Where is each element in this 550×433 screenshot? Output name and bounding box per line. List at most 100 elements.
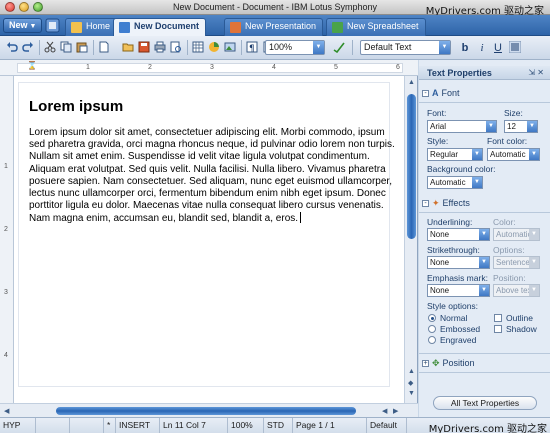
collapse-icon[interactable]: - <box>422 199 429 207</box>
strikethrough-label: Strikethrough: <box>427 245 480 255</box>
align-justify-icon[interactable] <box>509 41 521 53</box>
zoom-select[interactable]: 100% ▼ <box>265 40 325 55</box>
copy-icon[interactable] <box>60 41 72 53</box>
chevron-down-icon: ▼ <box>486 121 496 132</box>
size-select-value: 12 <box>507 122 516 131</box>
next-page-icon[interactable]: ▼ <box>408 390 415 397</box>
panel-header: Text Properties ⇲ ✕ <box>419 66 550 80</box>
underline-button[interactable]: U <box>492 41 504 55</box>
redo-icon[interactable] <box>22 41 34 53</box>
horizontal-ruler[interactable]: ⌛ 1 2 3 4 5 6 <box>0 60 418 76</box>
new-button-label: New <box>9 20 28 30</box>
vertical-scroll-thumb[interactable] <box>407 94 416 239</box>
engraved-radio[interactable] <box>428 336 436 344</box>
font-select[interactable]: Arial ▼ <box>427 120 497 133</box>
chevron-down-icon: ▼ <box>29 23 37 30</box>
document-heading[interactable]: Lorem ipsum <box>29 98 123 115</box>
panel-options-icon[interactable]: ⇲ ✕ <box>528 66 544 80</box>
tab-home[interactable]: Home <box>65 18 118 36</box>
insert-chart-icon[interactable] <box>208 41 220 53</box>
chevron-down-icon: ▼ <box>479 257 489 268</box>
tab-home-label: Home <box>86 21 111 31</box>
expand-icon[interactable]: + <box>422 359 429 367</box>
status-zoom[interactable]: 100% <box>228 418 264 433</box>
font-select-value: Arial <box>430 122 447 131</box>
shadow-checkbox[interactable] <box>494 325 502 333</box>
page-nav-icon[interactable]: ◆ <box>408 379 413 387</box>
options-label: Options: <box>493 245 525 255</box>
ruler-mark: 5 <box>334 64 338 71</box>
embossed-radio[interactable] <box>428 325 436 333</box>
collapse-icon[interactable]: - <box>422 89 429 97</box>
all-text-properties-button[interactable]: All Text Properties <box>433 396 537 410</box>
document-body-text[interactable]: Lorem ipsum dolor sit amet, consectetuer… <box>29 127 403 226</box>
spell-check-icon[interactable] <box>333 41 345 53</box>
horizontal-scrollbar[interactable]: ◀ ◀ ▶ <box>0 403 418 417</box>
chevron-down-icon: ▼ <box>479 229 489 240</box>
underlining-select[interactable]: None ▼ <box>427 228 490 241</box>
emphasis-mark-value: None <box>430 286 450 295</box>
cut-icon[interactable] <box>44 41 56 53</box>
tab-new-document[interactable]: New Document <box>113 18 207 36</box>
open-folder-icon[interactable] <box>122 41 134 53</box>
scroll-left-icon[interactable]: ◀ <box>382 407 387 415</box>
chevron-down-icon: ▼ <box>479 285 489 296</box>
status-page-style: Default <box>367 418 407 433</box>
scroll-right-icon[interactable]: ▶ <box>393 407 398 415</box>
font-section-header[interactable]: - A Font <box>422 86 460 100</box>
underline-color-value: Automatic <box>496 230 532 239</box>
toolbar-separator <box>187 40 188 55</box>
print-icon[interactable] <box>154 41 166 53</box>
paste-icon[interactable] <box>76 41 88 53</box>
print-preview-icon[interactable] <box>170 41 182 53</box>
status-selection-mode[interactable]: STD <box>264 418 293 433</box>
ruler-mark: 3 <box>210 64 214 71</box>
strikethrough-select[interactable]: None ▼ <box>427 256 490 269</box>
chevron-down-icon: ▼ <box>313 41 324 54</box>
emphasis-position-label: Position: <box>493 273 526 283</box>
formatting-marks-icon[interactable]: ¶ <box>246 41 258 53</box>
effects-section-header[interactable]: - ✦ Effects <box>422 196 470 210</box>
bold-button[interactable]: b <box>459 41 471 55</box>
toolbar-separator <box>39 40 40 55</box>
presentation-icon <box>230 22 241 33</box>
ruler-mark: 1 <box>86 64 90 71</box>
vertical-scrollbar[interactable]: ▲ ▲ ◆ ▼ <box>404 76 417 403</box>
emphasis-mark-select[interactable]: None ▼ <box>427 284 490 297</box>
effects-section-label: Effects <box>442 198 470 208</box>
indent-marker-icon[interactable]: ⌛ <box>27 61 37 70</box>
status-blank <box>36 418 70 433</box>
horizontal-scroll-thumb[interactable] <box>56 407 356 415</box>
insert-image-icon[interactable] <box>224 41 236 53</box>
document-paragraph: Lorem ipsum dolor sit amet, consectetuer… <box>29 127 395 225</box>
show-desktop-icon[interactable] <box>45 18 60 33</box>
italic-button[interactable]: i <box>476 41 488 55</box>
new-file-icon[interactable] <box>98 41 110 53</box>
document-tab-bar: New ▼ Home New Document New Presentation … <box>0 15 550 36</box>
tab-new-spreadsheet[interactable]: New Spreadsheet <box>326 18 426 36</box>
normal-radio[interactable] <box>428 314 436 322</box>
tab-new-presentation-label: New Presentation <box>245 21 317 31</box>
vertical-ruler[interactable]: 1 2 3 4 <box>0 76 14 403</box>
background-color-select[interactable]: Automatic ▼ <box>427 176 483 189</box>
position-section-header[interactable]: + ✥ Position <box>422 356 475 370</box>
font-color-select[interactable]: Automatic ▼ <box>487 148 540 161</box>
zoom-select-value: 100% <box>269 42 293 52</box>
chevron-down-icon: ▼ <box>472 149 482 160</box>
style-select[interactable]: Regular ▼ <box>427 148 483 161</box>
outline-checkbox[interactable] <box>494 314 502 322</box>
status-insert-mode[interactable]: INSERT <box>116 418 160 433</box>
normal-radio-label: Normal <box>440 313 468 323</box>
scroll-left-icon[interactable]: ◀ <box>4 407 9 415</box>
size-select[interactable]: 12 ▼ <box>504 120 538 133</box>
background-color-label: Background color: <box>427 164 496 174</box>
previous-page-icon[interactable]: ▲ <box>408 368 415 375</box>
insert-table-icon[interactable] <box>192 41 204 53</box>
undo-icon[interactable] <box>6 41 18 53</box>
tab-new-presentation[interactable]: New Presentation <box>224 18 324 36</box>
status-hyphenation[interactable]: HYP <box>0 418 36 433</box>
new-button[interactable]: New ▼ <box>3 18 43 33</box>
save-icon[interactable] <box>138 41 150 53</box>
scroll-up-icon[interactable]: ▲ <box>408 79 415 86</box>
paragraph-style-select[interactable]: Default Text ▼ <box>360 40 451 55</box>
